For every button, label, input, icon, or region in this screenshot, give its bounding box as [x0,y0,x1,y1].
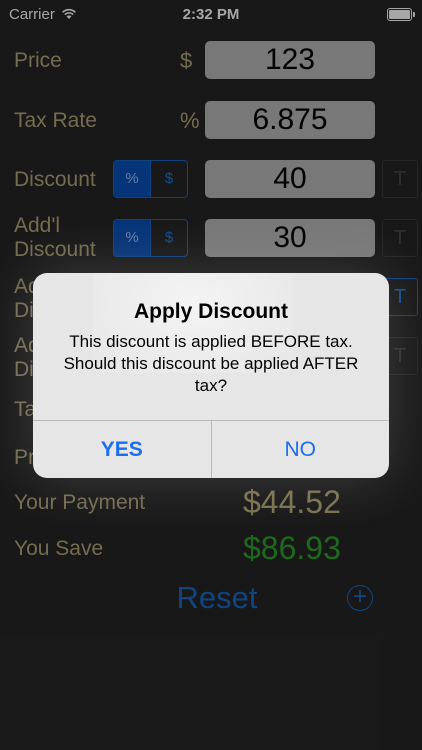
alert-no-button[interactable]: NO [212,421,390,478]
apply-discount-alert: Apply Discount This discount is applied … [33,273,389,478]
alert-message: This discount is applied BEFORE tax. Sho… [63,332,359,395]
alert-button-row: YES NO [33,420,389,478]
alert-title: Apply Discount [133,300,288,323]
alert-yes-button[interactable]: YES [33,421,212,478]
